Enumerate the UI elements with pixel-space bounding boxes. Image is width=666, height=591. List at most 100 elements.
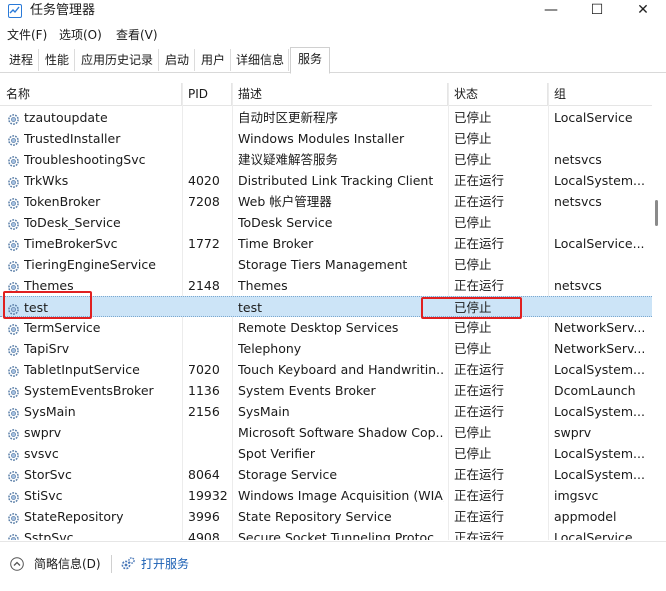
table-row[interactable]: StateRepository 3996 State Repository Serv… (0, 506, 652, 527)
scrollbar-thumb[interactable] (655, 200, 658, 226)
table-row[interactable]: SysMain 2156 SysMain 正在运行 LocalSystem... (0, 401, 652, 422)
pid-cell (188, 128, 232, 149)
tab-services[interactable]: 服务 (290, 47, 330, 74)
service-gear-icon (7, 342, 20, 356)
group-cell: NetworkServ... (554, 320, 644, 335)
services-table: tzautoupdate 自动时区更新程序 已停止 LocalService Trust… (0, 107, 652, 540)
table-row[interactable]: StorSvc 8064 Storage Service 正在运行 LocalSyste… (0, 464, 652, 485)
service-name-cell: TabletInputService (24, 362, 140, 377)
tab-app-history[interactable]: 应用历史记录 (76, 49, 159, 71)
group-cell: LocalService (554, 110, 633, 125)
table-row[interactable]: swprv Microsoft Software Shadow Cop... 已停止… (0, 422, 652, 443)
chevron-up-icon[interactable] (10, 557, 24, 571)
group-cell (554, 212, 644, 233)
status-cell: 已停止 (454, 152, 492, 167)
tab-performance[interactable]: 性能 (40, 49, 75, 71)
table-row[interactable]: TabletInputService 7020 Touch Keyboard and… (0, 359, 652, 380)
service-name-cell: StiSvc (24, 488, 63, 503)
description-cell: test (238, 300, 263, 315)
column-header-description[interactable]: 描述 (232, 83, 448, 105)
service-name-cell: TrustedInstaller (24, 131, 121, 146)
close-button[interactable]: ✕ (620, 0, 666, 22)
menu-file[interactable]: 文件(F) (7, 27, 47, 43)
group-cell (554, 297, 644, 318)
status-cell: 已停止 (454, 110, 492, 125)
pid-cell (188, 422, 232, 443)
vertical-scrollbar[interactable] (652, 83, 666, 540)
table-row[interactable]: StiSvc 19932 Windows Image Acquisition (WI… (0, 485, 652, 506)
service-gear-icon (7, 174, 20, 188)
column-header-pid[interactable]: PID (182, 83, 232, 105)
table-row[interactable]: svsvc Spot Verifier 已停止 LocalSystem... (0, 443, 652, 464)
description-cell: Microsoft Software Shadow Cop... (238, 425, 444, 440)
tab-details[interactable]: 详细信息 (232, 49, 289, 71)
service-name-cell: StorSvc (24, 467, 72, 482)
table-row[interactable]: TieringEngineService Storage Tiers Manage… (0, 254, 652, 275)
status-cell: 已停止 (454, 300, 492, 315)
group-cell: LocalSystem... (554, 173, 644, 188)
description-cell: Storage Service (238, 467, 338, 482)
service-gear-icon (7, 489, 20, 503)
table-row[interactable]: SystemEventsBroker 1136 System Events Brok… (0, 380, 652, 401)
status-cell: 已停止 (454, 425, 492, 440)
table-row[interactable]: tzautoupdate 自动时区更新程序 已停止 LocalService (0, 107, 652, 128)
pid-cell: 2148 (188, 278, 220, 293)
description-cell: SysMain (238, 404, 290, 419)
service-gear-icon (7, 153, 20, 167)
table-row[interactable]: ToDesk_Service ToDesk Service 已停止 (0, 212, 652, 233)
service-name-cell: TieringEngineService (24, 257, 156, 272)
description-cell: Spot Verifier (238, 446, 315, 461)
service-name-cell: SysMain (24, 404, 76, 419)
menu-options[interactable]: 选项(O) (59, 27, 102, 43)
description-cell: State Repository Service (238, 509, 392, 524)
table-row[interactable]: TroubleshootingSvc 建议疑难解答服务 已停止 netsvcs (0, 149, 652, 170)
column-header-group[interactable]: 组 (548, 83, 652, 105)
description-cell: Touch Keyboard and Handwritin... (238, 362, 444, 377)
group-cell: LocalSystem... (554, 404, 644, 419)
open-services-link[interactable]: 打开服务 (141, 556, 189, 572)
status-cell: 已停止 (454, 257, 492, 272)
tab-users[interactable]: 用户 (196, 49, 231, 71)
service-name-cell: TapiSrv (24, 341, 70, 356)
table-row-selected[interactable]: test test 已停止 (0, 296, 652, 317)
less-details-button[interactable]: 简略信息(D) (34, 556, 101, 572)
pid-cell: 4908 (188, 530, 220, 540)
table-row[interactable]: TrustedInstaller Windows Modules Installe… (0, 128, 652, 149)
pid-cell: 8064 (188, 467, 220, 482)
status-cell: 正在运行 (454, 173, 505, 188)
group-cell: LocalService... (554, 530, 644, 540)
table-row[interactable]: TrkWks 4020 Distributed Link Tracking Clie… (0, 170, 652, 191)
pid-cell (188, 443, 232, 464)
table-row[interactable]: TimeBrokerSvc 1772 Time Broker 正在运行 LocalSer… (0, 233, 652, 254)
column-header-name[interactable]: 名称 (0, 83, 182, 105)
pid-cell: 3996 (188, 509, 220, 524)
description-cell: Secure Socket Tunneling Protoc... (238, 530, 444, 540)
status-cell: 已停止 (454, 215, 492, 230)
group-cell: netsvcs (554, 278, 602, 293)
table-row[interactable]: TermService Remote Desktop Services 已停止 Net… (0, 317, 652, 338)
table-row[interactable]: TokenBroker 7208 Web 帐户管理器 正在运行 netsvcs (0, 191, 652, 212)
status-cell: 正在运行 (454, 530, 505, 540)
status-cell: 正在运行 (454, 194, 505, 209)
menu-view[interactable]: 查看(V) (116, 27, 158, 43)
description-cell: System Events Broker (238, 383, 376, 398)
table-row[interactable]: Themes 2148 Themes 正在运行 netsvcs (0, 275, 652, 296)
menu-bar: 文件(F) 选项(O) 查看(V) (0, 26, 666, 44)
service-name-cell: StateRepository (24, 509, 124, 524)
service-gear-icon (7, 301, 20, 315)
column-header-status[interactable]: 状态 (448, 83, 548, 105)
pid-cell (188, 149, 232, 170)
table-row[interactable]: SstpSvc 4908 Secure Socket Tunneling Proto… (0, 527, 652, 540)
pid-cell (188, 254, 232, 275)
maximize-button[interactable]: ☐ (574, 0, 620, 22)
service-name-cell: test (24, 300, 49, 315)
table-header: 名称 PID 描述 状态 组 (0, 83, 652, 106)
table-row[interactable]: TapiSrv Telephony 已停止 NetworkServ... (0, 338, 652, 359)
description-cell: Themes (238, 278, 288, 293)
group-cell: netsvcs (554, 194, 602, 209)
tab-startup[interactable]: 启动 (160, 49, 195, 71)
service-name-cell: ToDesk_Service (24, 215, 121, 230)
description-cell: Distributed Link Tracking Client (238, 173, 434, 188)
minimize-button[interactable]: — (528, 0, 574, 22)
tab-processes[interactable]: 进程 (4, 49, 39, 71)
